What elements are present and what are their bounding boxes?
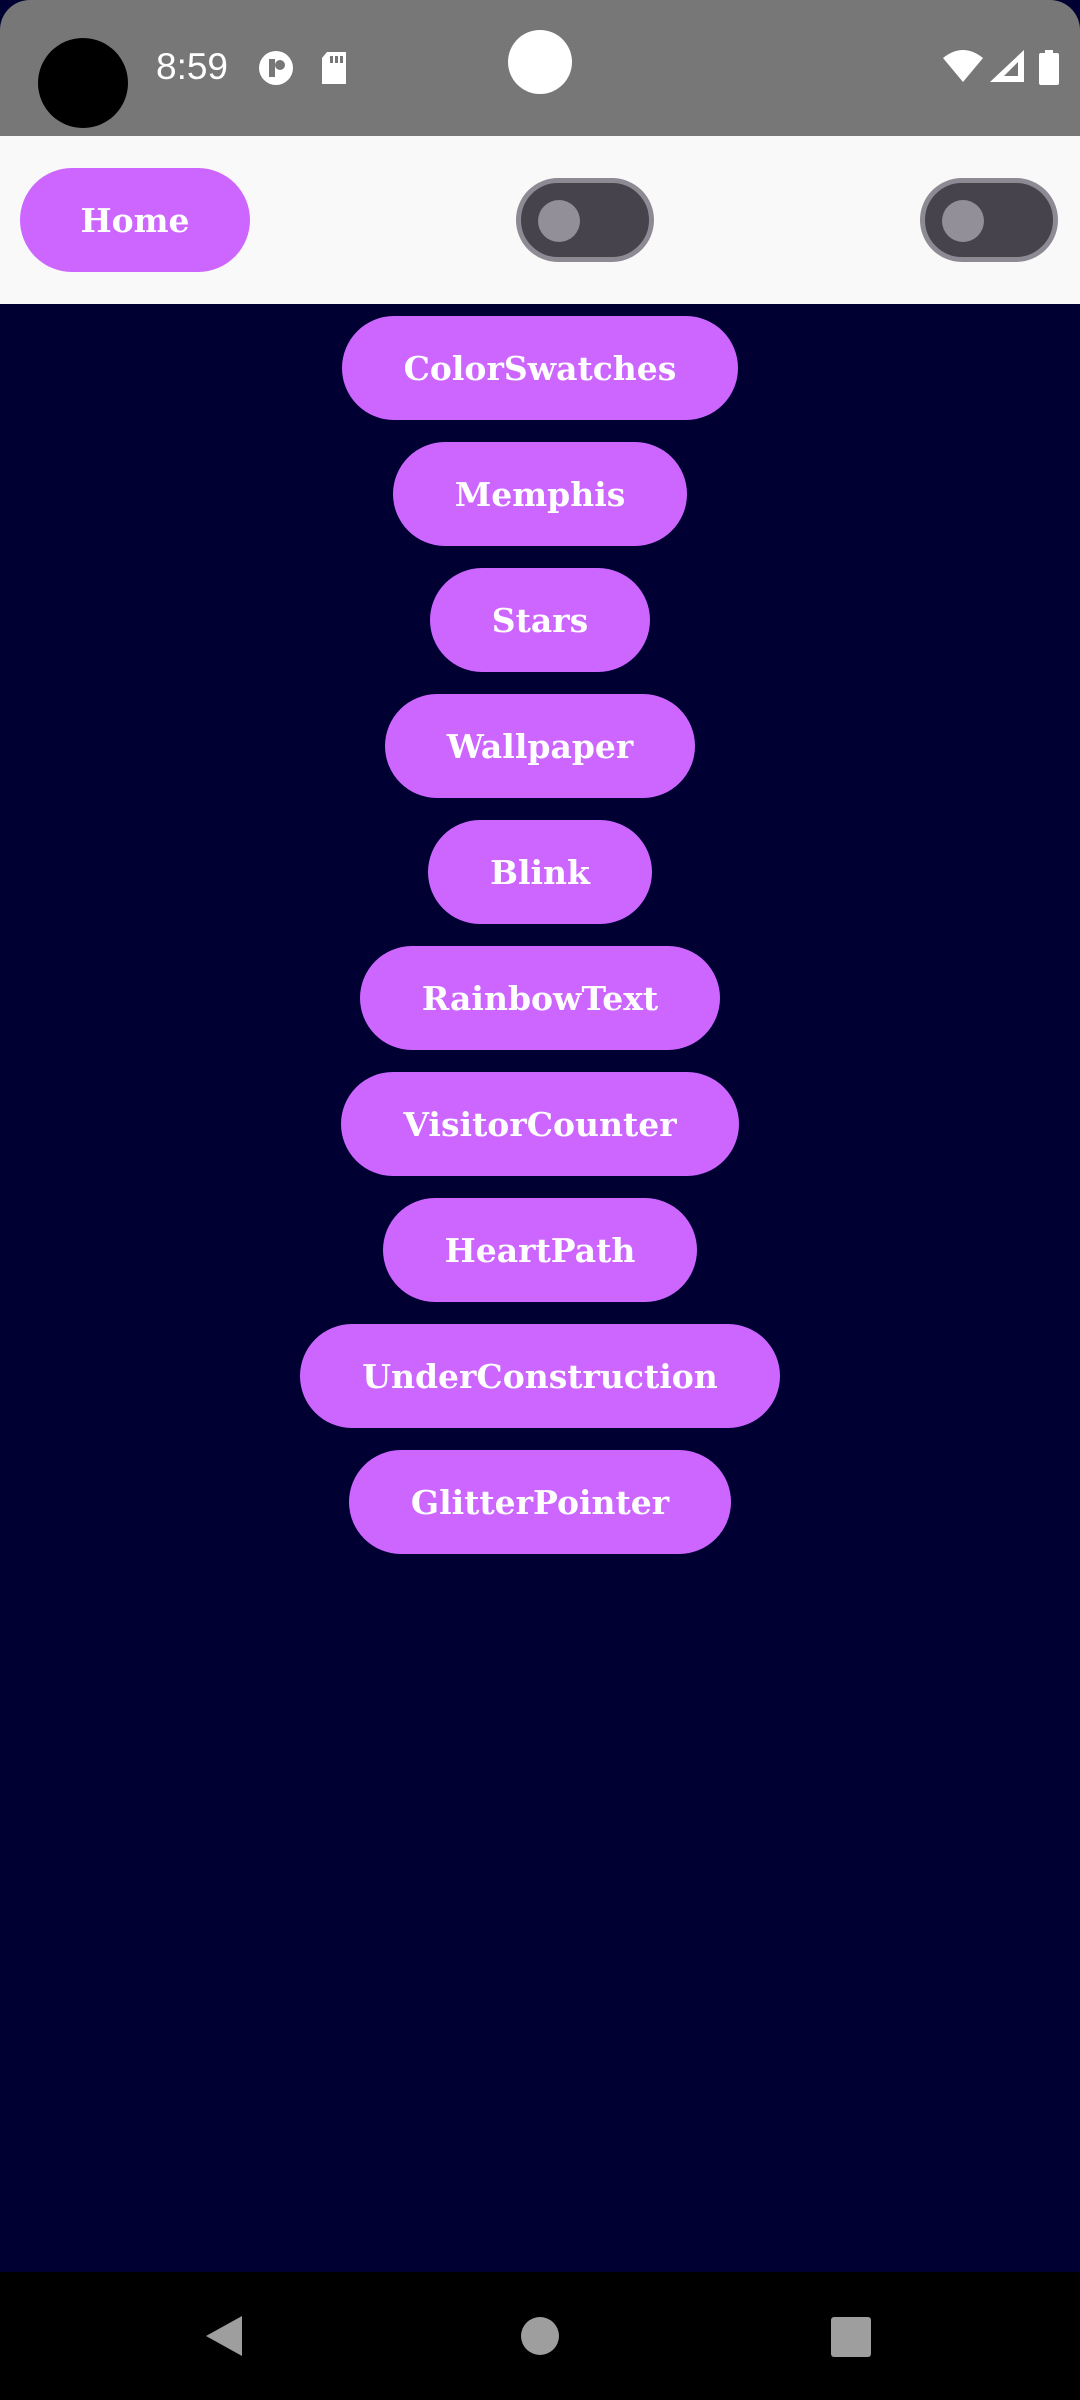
status-bar: 8:59 <box>0 0 1080 136</box>
battery-icon <box>1038 50 1060 90</box>
toggle-knob <box>942 200 984 242</box>
back-icon[interactable] <box>202 2312 246 2364</box>
navigation-bar <box>0 2272 1080 2400</box>
stars-button[interactable]: Stars <box>429 568 651 672</box>
app-header: Home <box>0 136 1080 304</box>
glitterpointer-button[interactable]: GlitterPointer <box>348 1450 732 1554</box>
toggle-knob <box>538 200 580 242</box>
home-button[interactable]: Home <box>20 168 250 272</box>
blink-button[interactable]: Blink <box>428 820 652 924</box>
heartpath-button[interactable]: HeartPath <box>382 1198 698 1302</box>
underconstruction-button[interactable]: UnderConstruction <box>300 1324 780 1428</box>
screen: 8:59 Home ColorSwatches Memphis Stars Wa… <box>0 0 1080 2400</box>
visitorcounter-button[interactable]: VisitorCounter <box>341 1072 739 1176</box>
toggle-switch-1[interactable] <box>516 178 654 262</box>
wifi-icon <box>942 48 984 88</box>
app-notification-icon <box>258 50 294 90</box>
rainbowtext-button[interactable]: RainbowText <box>359 946 721 1050</box>
menu-list: ColorSwatches Memphis Stars Wallpaper Bl… <box>0 316 1080 1554</box>
memphis-button[interactable]: Memphis <box>392 442 688 546</box>
toggle-switch-2[interactable] <box>920 178 1058 262</box>
top-indicator-dot <box>508 30 572 94</box>
recents-icon[interactable] <box>830 2316 872 2362</box>
colorswatches-button[interactable]: ColorSwatches <box>341 316 739 420</box>
sd-card-icon <box>318 50 350 90</box>
camera-cutout <box>38 38 128 128</box>
wallpaper-button[interactable]: Wallpaper <box>384 694 696 798</box>
cell-signal-icon <box>988 48 1026 88</box>
status-time: 8:59 <box>156 46 229 87</box>
home-icon[interactable] <box>520 2316 560 2360</box>
